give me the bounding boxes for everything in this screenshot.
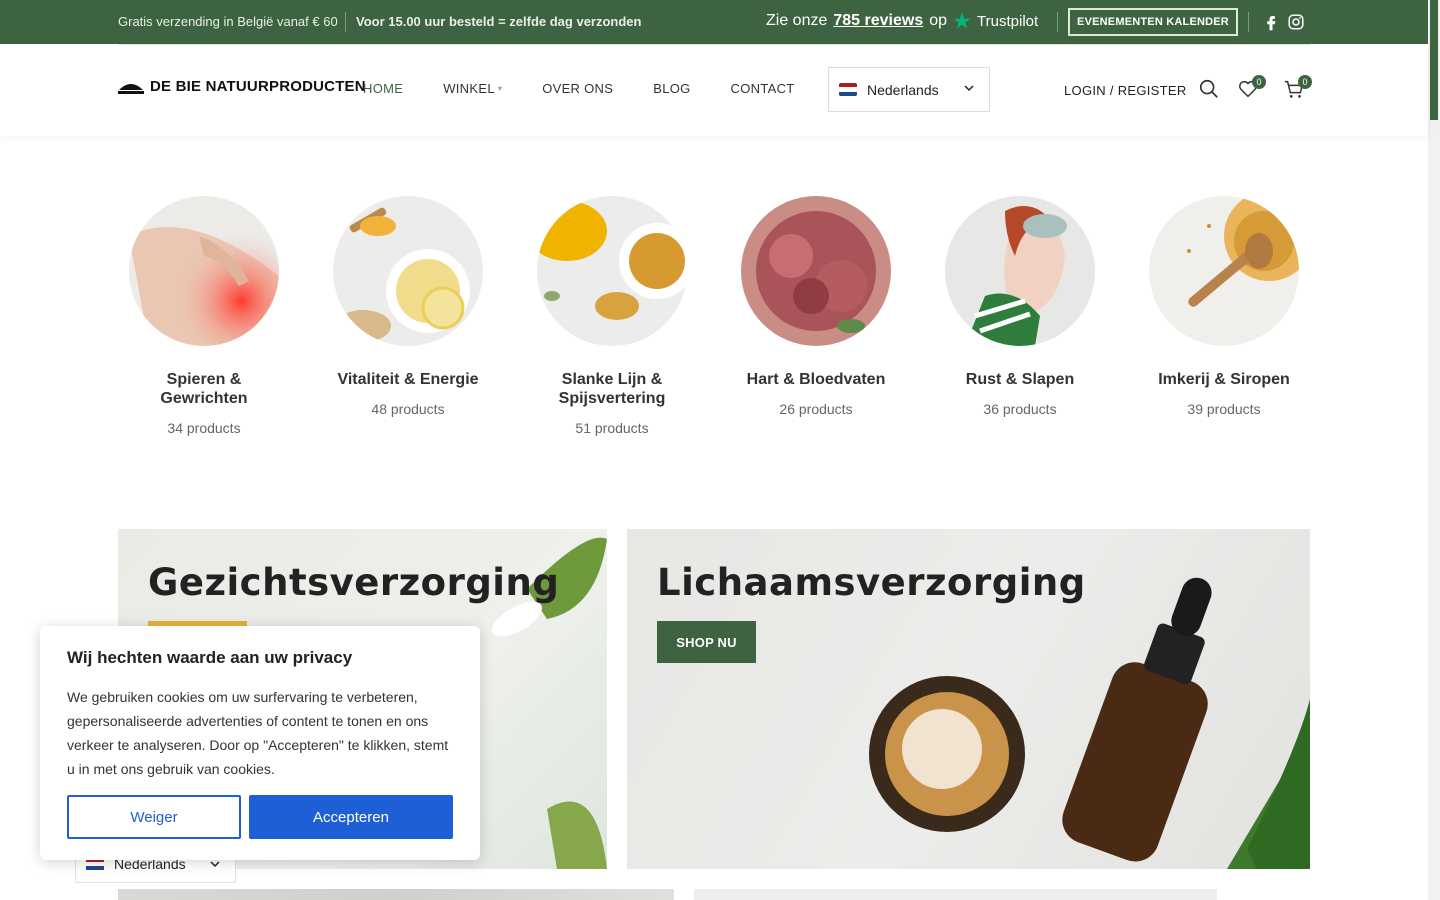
nav-blog[interactable]: BLOG [653,81,690,96]
nav-label: BLOG [653,81,691,96]
nav-label: WINKEL [443,81,495,96]
category-count: 34 products [167,420,241,436]
chevron-down-icon [964,85,974,92]
divider [1248,12,1249,32]
category-count: 26 products [779,401,853,417]
category-name: Slanke Lijn & Spijsvertering [558,371,666,407]
category-name: Imkerij & Siropen [1158,371,1290,388]
nav-winkel[interactable]: WINKEL ▾ [443,81,502,96]
face-care-title: Gezichtsverzorging [148,561,560,604]
trustpilot-brand: Trustpilot [977,12,1039,30]
site-header: DE BIE NATUURPRODUCTEN HOME WINKEL ▾ OVER… [0,44,1428,136]
category-count: 51 products [575,420,649,436]
search-icon[interactable] [1198,78,1220,100]
nav-over-ons[interactable]: OVER ONS [542,81,613,96]
divider [118,44,1310,45]
body-care-banner[interactable]: Lichaamsverzorging SHOP NU [627,529,1310,869]
nav-label: OVER ONS [542,81,614,96]
events-calendar-button[interactable]: EVENEMENTEN KALENDER [1068,8,1238,36]
body-care-title: Lichaamsverzorging [657,561,1086,604]
category-image[interactable] [333,196,483,346]
language-selector[interactable]: Nederlands [828,67,990,112]
site-logo[interactable]: DE BIE NATUURPRODUCTEN [118,78,366,95]
chevron-down-icon: ▾ [497,84,503,93]
cookie-title: Wij hechten waarde aan uw privacy [67,648,353,667]
category-card-imkerij[interactable]: Imkerij & Siropen 39 products [1122,196,1326,417]
cookie-text: We gebruiken cookies om uw surfervaring … [67,689,449,777]
category-card-spieren[interactable]: Spieren & Gewrichten 34 products [102,196,306,436]
category-count: 39 products [1187,401,1261,417]
nav-label: HOME [363,81,404,96]
main-nav: HOME WINKEL ▾ OVER ONS BLOG CONTACT [363,81,835,96]
category-name: Rust & Slapen [965,371,1075,388]
divider [345,12,346,32]
accept-cookies-button[interactable]: Accepteren [249,795,453,839]
nav-home[interactable]: HOME [363,81,403,96]
facebook-icon[interactable] [1262,13,1280,31]
category-count: 36 products [983,401,1057,417]
top-bar: Gratis verzending in België vanaf € 60 V… [0,0,1428,44]
trustpilot-prefix: Zie onze [766,12,828,29]
category-image[interactable] [741,196,891,346]
reject-cookies-button[interactable]: Weiger [67,795,241,839]
language-label: Nederlands [867,81,939,98]
trustpilot-reviews-link[interactable]: 785 reviews [833,12,923,30]
login-register-link[interactable]: LOGIN / REGISTER [1064,83,1187,98]
category-card-hart[interactable]: Hart & Bloedvaten 26 products [714,196,918,417]
wishlist-count-badge: 0 [1252,75,1266,89]
cookie-consent-dialog: Wij hechten waarde aan uw privacy We geb… [40,626,480,860]
category-card-slanke-lijn[interactable]: Slanke Lijn & Spijsvertering 51 products [510,196,714,436]
dutch-flag-icon [839,83,857,96]
scrollbar-thumb[interactable] [1430,0,1438,120]
category-name: Spieren & Gewrichten [160,371,248,407]
cart-count-badge: 0 [1298,75,1312,89]
nav-contact[interactable]: CONTACT [731,81,795,96]
shipping-notice: Gratis verzending in België vanaf € 60 [118,14,338,29]
divider [1057,12,1058,32]
category-name: Vitaliteit & Energie [337,371,479,388]
category-card-rust[interactable]: Rust & Slapen 36 products [918,196,1122,417]
logo-mark-icon [118,83,144,94]
category-image[interactable] [1149,196,1299,346]
category-image[interactable] [129,196,279,346]
scrollbar[interactable] [1428,0,1440,900]
shop-now-button[interactable]: SHOP NU [657,621,756,663]
same-day-notice: Voor 15.00 uur besteld = zelfde dag verz… [356,14,642,29]
logo-text: DE BIE NATUURPRODUCTEN [150,78,366,95]
trustpilot-widget: Zie onze 785 reviews op Trustpilot [766,12,1038,30]
instagram-icon[interactable] [1287,13,1305,31]
trustpilot-suffix: op [929,12,948,29]
category-card-vitaliteit[interactable]: Vitaliteit & Energie 48 products [306,196,510,417]
nav-label: CONTACT [730,81,795,96]
category-image[interactable] [945,196,1095,346]
category-image[interactable] [537,196,687,346]
category-name: Hart & Bloedvaten [746,371,886,388]
trustpilot-star-icon [953,12,971,29]
next-banner-preview [694,889,1217,900]
next-banner-preview [118,889,674,900]
category-count: 48 products [371,401,445,417]
